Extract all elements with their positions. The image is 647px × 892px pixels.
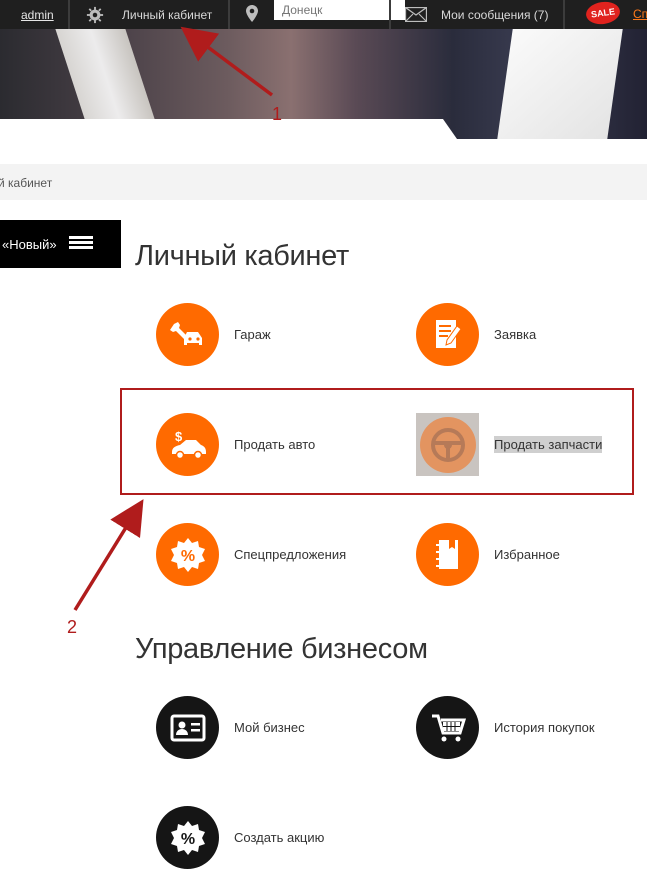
- special-offers-label: Спецпредложения: [234, 547, 347, 562]
- user-menu[interactable]: admin: [0, 0, 68, 29]
- divider: [68, 0, 70, 29]
- purchase-history-link[interactable]: История покупок: [416, 696, 595, 759]
- gear-icon: [86, 6, 104, 23]
- wrench-car-icon: [156, 303, 219, 366]
- city-selector: [232, 0, 405, 29]
- svg-text:%: %: [180, 831, 194, 848]
- menu-button-label: «Новый»: [2, 237, 57, 252]
- garage-label: Гараж: [234, 327, 271, 342]
- cabinet-link[interactable]: Личный кабинет: [72, 0, 228, 29]
- purchase-history-label: История покупок: [494, 720, 595, 735]
- divider: [389, 0, 391, 29]
- svg-text:%: %: [180, 548, 194, 565]
- section-title-personal: Личный кабинет: [135, 240, 349, 272]
- divider: [228, 0, 230, 29]
- id-card-icon: [156, 696, 219, 759]
- document-edit-icon: [416, 303, 479, 366]
- my-business-label: Мой бизнес: [234, 720, 305, 735]
- request-label: Заявка: [494, 327, 537, 342]
- sale-link[interactable]: Сп: [633, 7, 647, 21]
- breadcrumb: й кабинет: [0, 164, 647, 200]
- breadcrumb-current: й кабинет: [0, 176, 53, 190]
- messages-link[interactable]: Мои сообщения (7): [393, 0, 563, 29]
- location-pin-icon: [246, 5, 258, 22]
- sale-section[interactable]: SALE Сп: [567, 0, 647, 29]
- city-input[interactable]: [274, 0, 405, 20]
- annotation-number-1: 1: [272, 104, 283, 124]
- shopping-cart-icon: [416, 696, 479, 759]
- hero-banner: [0, 29, 647, 139]
- percent-badge-icon: %: [156, 806, 219, 869]
- top-navigation-bar: admin Личный кабинет Донецк Мои сообщени…: [0, 0, 647, 29]
- percent-badge-icon: %: [156, 523, 219, 586]
- highlight-box: [120, 388, 634, 495]
- favorites-link[interactable]: Избранное: [416, 523, 560, 586]
- my-business-link[interactable]: Мой бизнес: [156, 696, 305, 759]
- sale-badge: SALE: [584, 0, 622, 27]
- request-link[interactable]: Заявка: [416, 303, 536, 366]
- hamburger-icon: [69, 236, 93, 250]
- cabinet-label: Личный кабинет: [122, 7, 213, 22]
- favorites-label: Избранное: [494, 547, 560, 562]
- envelope-icon: [405, 7, 427, 22]
- create-promo-link[interactable]: % Создать акцию: [156, 806, 324, 869]
- username-link[interactable]: admin: [21, 8, 54, 22]
- section-title-business: Управление бизнесом: [135, 633, 428, 665]
- notebook-icon: [416, 523, 479, 586]
- create-promo-label: Создать акцию: [234, 830, 325, 845]
- special-offers-link[interactable]: % Спецпредложения: [156, 523, 346, 586]
- messages-label: Мои сообщения (7): [441, 7, 549, 22]
- annotation-number-2: 2: [67, 617, 78, 637]
- garage-link[interactable]: Гараж: [156, 303, 271, 366]
- divider: [563, 0, 565, 29]
- menu-button[interactable]: «Новый»: [0, 220, 121, 268]
